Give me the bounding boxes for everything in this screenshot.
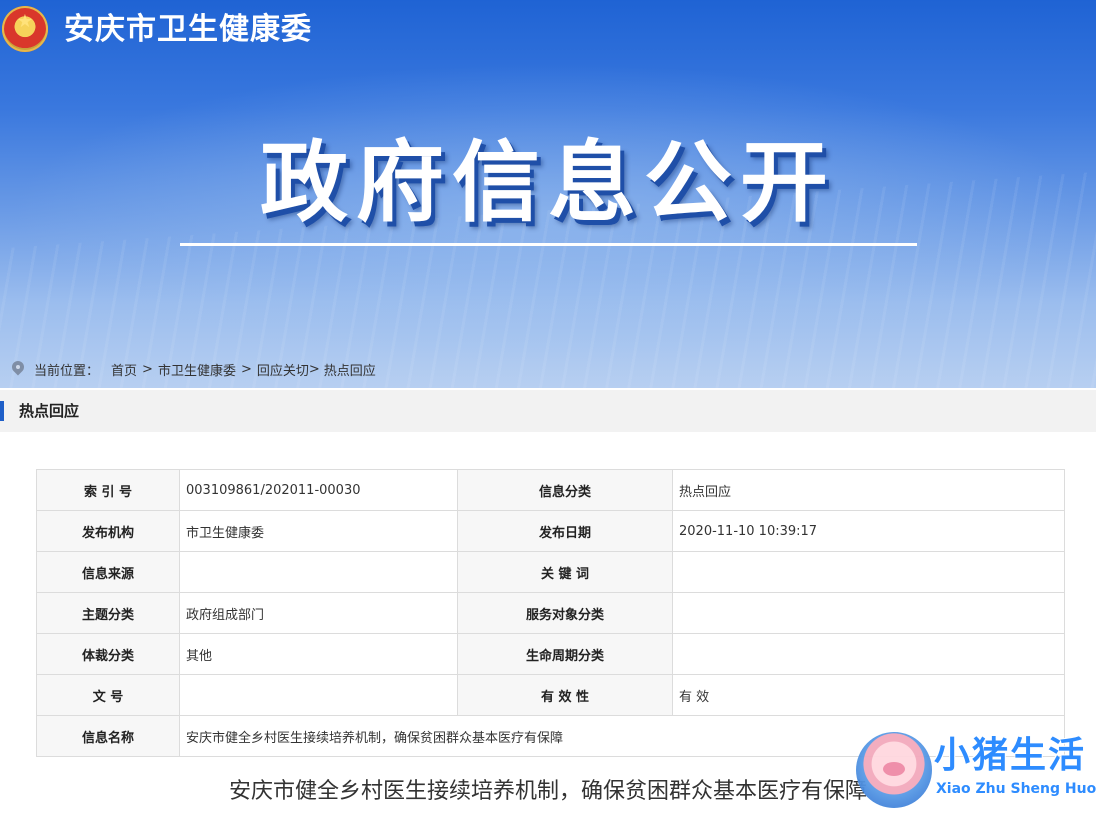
info-key: 发布日期 — [457, 510, 673, 552]
info-key: 生命周期分类 — [457, 633, 673, 675]
hero-underline — [180, 243, 917, 246]
info-key: 信息来源 — [36, 551, 180, 593]
breadcrumb-commission[interactable]: 市卫生健康委 — [158, 360, 236, 379]
info-row: 文 号 有 效 性有 效 — [36, 674, 1065, 716]
breadcrumb-separator: > — [308, 361, 320, 377]
info-table: 索 引 号 003109861/202011-00030 信息分类 热点回应 发布机构市… — [36, 469, 1065, 757]
breadcrumb-label: 当前位置： — [34, 363, 100, 379]
info-key: 关 键 词 — [457, 551, 673, 593]
info-value — [672, 592, 1065, 634]
info-value: 有 效 — [672, 674, 1065, 716]
breadcrumb-separator: > — [240, 361, 252, 377]
info-key: 有 效 性 — [457, 674, 673, 716]
info-row: 信息来源 关 键 词 — [36, 551, 1065, 593]
location-pin-icon — [12, 363, 24, 375]
info-row: 发布机构 市卫生健康委 发布日期 2020-11-10 10:39:17 — [36, 510, 1065, 552]
breadcrumb-home[interactable]: 首页 — [111, 360, 137, 379]
breadcrumb-separator: > — [142, 361, 153, 377]
info-value: 市卫生健康委 — [179, 510, 458, 552]
section-header: 热点回应 — [0, 390, 1096, 432]
info-row: 索 引 号 003109861/202011-00030 信息分类 热点回应 — [36, 469, 1065, 511]
watermark-cn: 小猪生活 — [934, 735, 1087, 776]
info-table-body: 索 引 号 003109861/202011-00030 信息分类 热点回应 发布机构市… — [36, 469, 1065, 757]
info-value: 政府组成部门 — [179, 592, 458, 634]
header-banner: ★ 安庆市卫生健康委 政府信息公开 当前位置： 首页 > 市卫生健康委 > 回应… — [0, 0, 1096, 388]
info-row: 主题分类 政府组成部门 服务对象分类 — [36, 592, 1065, 634]
info-key: 索 引 号 — [36, 469, 180, 511]
info-value: 热点回应 — [672, 469, 1065, 511]
info-value: 2020-11-10 10:39:17 — [672, 510, 1065, 552]
info-key: 文 号 — [36, 674, 180, 716]
info-key: 发布机构 — [36, 510, 180, 552]
info-key: 信息分类 — [457, 469, 673, 511]
pig-mascot-icon — [856, 732, 932, 808]
breadcrumb: 当前位置： 首页 > 市卫生健康委 > 回应关切 > 热点回应 — [12, 358, 376, 380]
section-title: 热点回应 — [19, 402, 80, 420]
site-title[interactable]: 安庆市卫生健康委 — [64, 10, 312, 50]
info-key: 服务对象分类 — [457, 592, 673, 634]
info-row: 体裁分类 其他 生命周期分类 — [36, 633, 1065, 675]
info-value: 其他 — [179, 633, 458, 675]
watermark-logo: 小猪生活 Xiao Zhu Sheng Huo — [856, 730, 1096, 814]
info-value — [179, 674, 458, 716]
info-key: 体裁分类 — [36, 633, 180, 675]
national-emblem-icon: ★ — [2, 6, 48, 52]
breadcrumb-hot-response[interactable]: 热点回应 — [324, 360, 376, 379]
info-key: 主题分类 — [36, 592, 180, 634]
section-accent-bar — [0, 401, 4, 421]
hero-title: 政府信息公开 — [259, 131, 836, 234]
breadcrumb-response[interactable]: 回应关切 — [257, 360, 309, 379]
watermark-en: Xiao Zhu Sheng Huo — [936, 781, 1096, 797]
info-value: 003109861/202011-00030 — [179, 469, 458, 511]
info-value — [179, 551, 458, 593]
info-value — [672, 633, 1065, 675]
info-value — [672, 551, 1065, 593]
info-key: 信息名称 — [36, 715, 180, 757]
